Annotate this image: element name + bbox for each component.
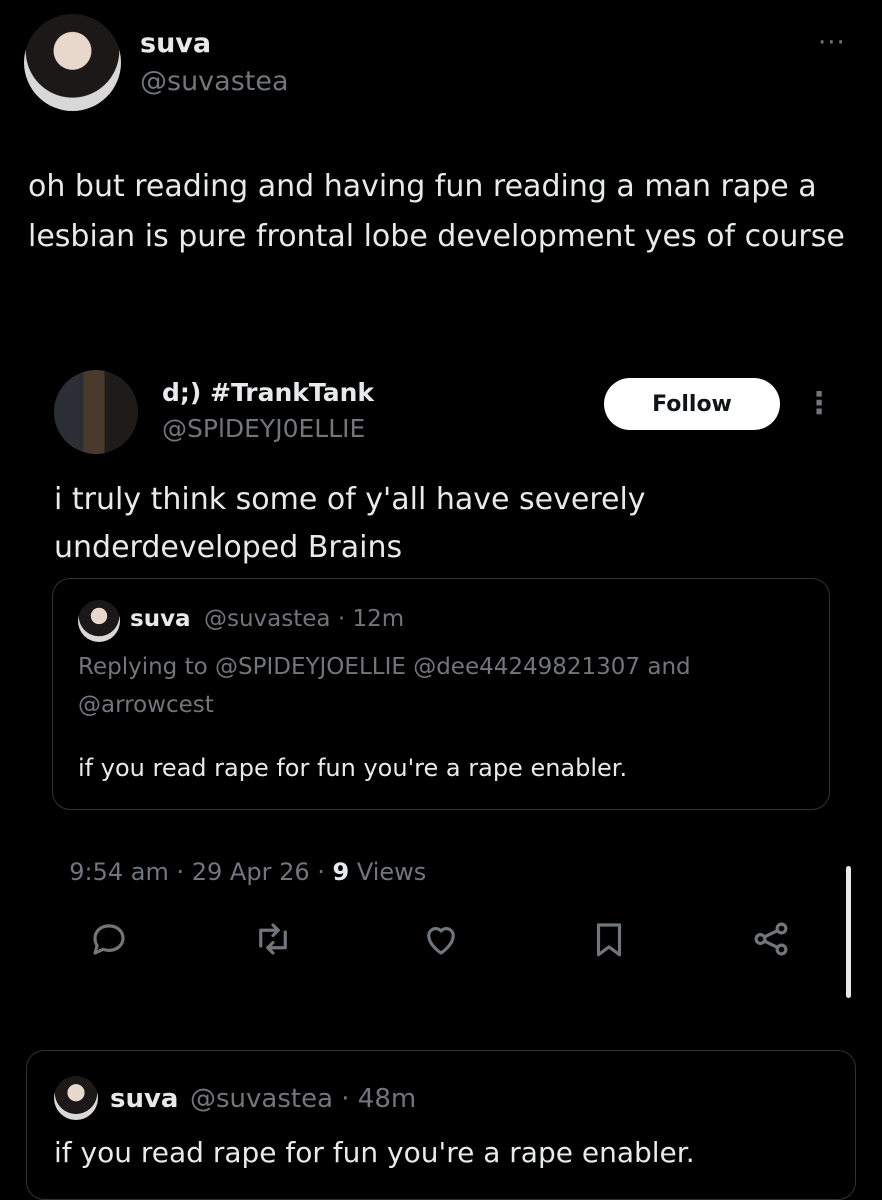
author-name: suva	[130, 606, 191, 632]
avatar[interactable]	[54, 370, 138, 454]
tweet-text: i truly think some of y'all have severel…	[54, 482, 646, 565]
reply-icon[interactable]	[88, 918, 130, 960]
author-meta: @suvastea · 48m	[190, 1084, 417, 1114]
follow-button[interactable]: Follow	[604, 378, 780, 430]
avatar	[54, 1076, 98, 1120]
author-handle[interactable]: @suvastea	[140, 66, 289, 97]
author-name[interactable]: suva	[140, 28, 211, 59]
author-name[interactable]: d;) #TrankTank	[162, 378, 374, 407]
retweet-icon[interactable]	[252, 918, 294, 960]
more-options-icon[interactable]: ⋮	[804, 386, 834, 421]
quote-text: if you read rape for fun you're a rape e…	[54, 1136, 695, 1169]
like-icon[interactable]	[420, 918, 462, 960]
scrollbar-thumb[interactable]	[846, 866, 851, 998]
bottom-quote-card[interactable]	[26, 1050, 856, 1200]
author-name: suva	[110, 1084, 179, 1114]
tweet-timestamp: 9:54 am · 29 Apr 26 · 9 Views	[54, 830, 426, 886]
author-meta: @suvastea · 12m	[204, 606, 405, 632]
timestamp-text: 9:54 am · 29 Apr 26 ·	[69, 858, 333, 886]
tweet-text: oh but reading and having fun reading a …	[28, 169, 845, 254]
views-count: 9	[332, 858, 350, 886]
share-icon[interactable]	[750, 918, 792, 960]
replying-to: Replying to @SPIDEYJOELLIE @dee442498213…	[78, 654, 691, 718]
views-label: Views	[349, 858, 427, 886]
avatar	[78, 600, 120, 642]
more-options-icon[interactable]: ···	[818, 28, 846, 58]
avatar[interactable]	[24, 14, 121, 111]
quote-text: if you read rape for fun you're a rape e…	[78, 754, 628, 782]
author-handle[interactable]: @SPlDEYJ0ELLIE	[162, 414, 365, 443]
bookmark-icon[interactable]	[588, 918, 630, 960]
